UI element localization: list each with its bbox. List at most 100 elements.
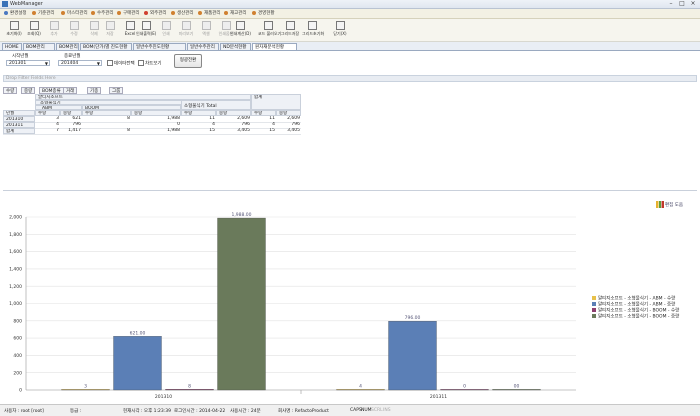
convert-button[interactable]: 형광전환 (174, 54, 202, 68)
toolbar-button[interactable]: 닫기(X) (330, 21, 350, 39)
toolbar-button-label: 엑셀 (202, 31, 210, 36)
bar[interactable] (492, 389, 541, 391)
tab[interactable]: HOME (2, 43, 22, 50)
toolbar-button[interactable]: 추가 (44, 21, 64, 39)
pivot-field-button[interactable]: 그룹 (109, 87, 124, 94)
toolbar-icon (125, 21, 135, 30)
legend-item[interactable]: 말티지소프트 - 소형물식기 - BOOM - 중량 (592, 314, 679, 320)
toolbar-button-label: 초기화(I) (6, 31, 22, 36)
bar-data-label: 621.00 (130, 330, 146, 336)
minimize-button[interactable]: – (666, 0, 676, 7)
pivot-field-button[interactable]: BOM종류 (39, 87, 64, 94)
menu-item-label: 구매관리 (123, 11, 140, 16)
toolbar-button-label: 추가 (50, 31, 58, 36)
menu-item[interactable]: 경영현황 (252, 10, 275, 17)
menu-item[interactable]: 재고관리 (224, 10, 247, 17)
data-select-checkbox[interactable]: 데이타전택 (107, 60, 135, 67)
y-tick-label: 1,200 (9, 284, 22, 290)
toolbar-icon (263, 21, 273, 30)
menu-item[interactable]: 생산관리 (171, 10, 194, 17)
tab[interactable]: BOM(단가)별 진도현황 (80, 43, 132, 50)
toolbar-button[interactable]: 인쇄출력(E) (136, 21, 156, 39)
chevron-down-icon: ▼ (44, 61, 48, 66)
start-month-value: 201301 (9, 61, 27, 66)
tab[interactable]: 일반수주관리 (187, 43, 219, 50)
chart-view-checkbox[interactable]: 차트보기 (138, 60, 162, 67)
end-month-select[interactable]: 201404 ▼ (58, 60, 102, 66)
toolbar-button[interactable]: 초기화(I) (4, 21, 24, 39)
bar-data-label: 00 (514, 383, 520, 389)
tab[interactable]: ND분석현황 (220, 43, 251, 50)
menu-icon (32, 10, 36, 15)
pivot-field-button[interactable]: 수량 (3, 87, 18, 94)
bar-data-label: 1,988.00 (231, 212, 251, 218)
bar[interactable] (165, 389, 214, 391)
toolbar-button[interactable]: 저장 (100, 21, 120, 39)
menu-item-label: 재고관리 (230, 11, 247, 16)
toolbar-icon (285, 21, 295, 30)
y-tick-label: 0 (19, 388, 22, 394)
tab[interactable]: 원자재분석현황 (252, 43, 297, 50)
toolbar-icon (235, 21, 245, 30)
toolbar-button-label: 저장 (106, 31, 114, 36)
pivot-field-button[interactable]: 거래 (63, 87, 78, 94)
pivot-header-grand: 합계 (251, 94, 301, 110)
menu-item[interactable]: 외주관리 (144, 10, 167, 17)
bar-data-label: 0 (463, 383, 466, 389)
toolbar-button-label: 인쇄계산(D) (230, 31, 251, 36)
tab[interactable]: BOM관리 (56, 43, 79, 50)
bar[interactable] (336, 389, 385, 391)
toolbar-icon (49, 21, 59, 30)
menu-item[interactable]: 구매관리 (117, 10, 140, 17)
y-tick-label: 200 (13, 370, 22, 376)
menu-item-label: 기준관리 (38, 11, 55, 16)
bar[interactable] (440, 389, 489, 391)
toolbar-icon (69, 21, 79, 30)
menu-item[interactable]: 수주관리 (91, 10, 114, 17)
y-tick-label: 2,000 (9, 215, 22, 221)
tab[interactable]: 일반수주진도현황 (133, 43, 186, 50)
close-button[interactable]: × (688, 0, 698, 7)
bar[interactable] (217, 217, 266, 391)
toolbar-icon (141, 21, 151, 30)
toolbar-button[interactable]: 그리드초기화 (302, 21, 324, 39)
toolbar-button[interactable]: 그리드저장 (280, 21, 300, 39)
toolbar-icon (29, 21, 39, 30)
toolbar-button[interactable]: 조회(Q) (24, 21, 44, 39)
x-tick-label: 201311 (430, 394, 447, 400)
pivot-header-total: 소형물식기 Total (181, 100, 251, 110)
panel-splitter[interactable] (3, 190, 697, 191)
toolbar-icon (89, 21, 99, 30)
menu-item-label: 경영현황 (258, 11, 275, 16)
toolbar-icon (335, 21, 345, 30)
toolbar-button[interactable]: 엑셀 (196, 21, 216, 39)
menu-item[interactable]: 환경설정 (4, 10, 27, 17)
bar[interactable] (113, 336, 162, 391)
toolbar: 초기화(I) 조회(Q) 추가 수정 삭제 저장 Excel 인쇄출력(E) 인쇄 미리보기 엑셀 인… (0, 19, 700, 42)
toolbar-button[interactable]: 인쇄 (156, 21, 176, 39)
toolbar-button[interactable]: 인쇄계산(D) (230, 21, 251, 39)
legend-swatch (592, 302, 596, 306)
bar[interactable] (388, 320, 437, 391)
status-level: 등급 : (70, 409, 82, 414)
y-tick-label: 400 (13, 353, 22, 359)
title-bar: WebManager – □ × (0, 0, 700, 9)
bar[interactable] (61, 389, 110, 391)
y-tick-label: 600 (13, 336, 22, 342)
document-tabs: HOME BOM관리 BOM관리 BOM(단가)별 진도현황 일반수주진도현황 일반수주관… (0, 42, 700, 51)
filter-drop-zone[interactable]: Drop Filter Fields Here (3, 75, 697, 82)
menu-item[interactable]: 기준관리 (32, 10, 55, 17)
pivot-field-button[interactable]: 기종 (87, 87, 102, 94)
bar-data-label: 4 (359, 383, 362, 389)
toolbar-button[interactable]: 수정 (64, 21, 84, 39)
menu-item[interactable]: 마스터관리 (61, 10, 88, 17)
maximize-button[interactable]: □ (677, 0, 687, 7)
tab[interactable]: BOM관리 (23, 43, 55, 50)
toolbar-button[interactable]: 코드 불러오기 (258, 21, 281, 39)
y-tick-label: 1,600 (9, 249, 22, 255)
toolbar-button-label: 조회(Q) (27, 31, 41, 36)
toolbar-button[interactable]: 미리보기 (176, 21, 196, 39)
menu-item[interactable]: 재품관리 (198, 10, 221, 17)
pivot-field-button[interactable]: 중량 (21, 87, 36, 94)
start-month-select[interactable]: 201301 ▼ (6, 60, 50, 66)
